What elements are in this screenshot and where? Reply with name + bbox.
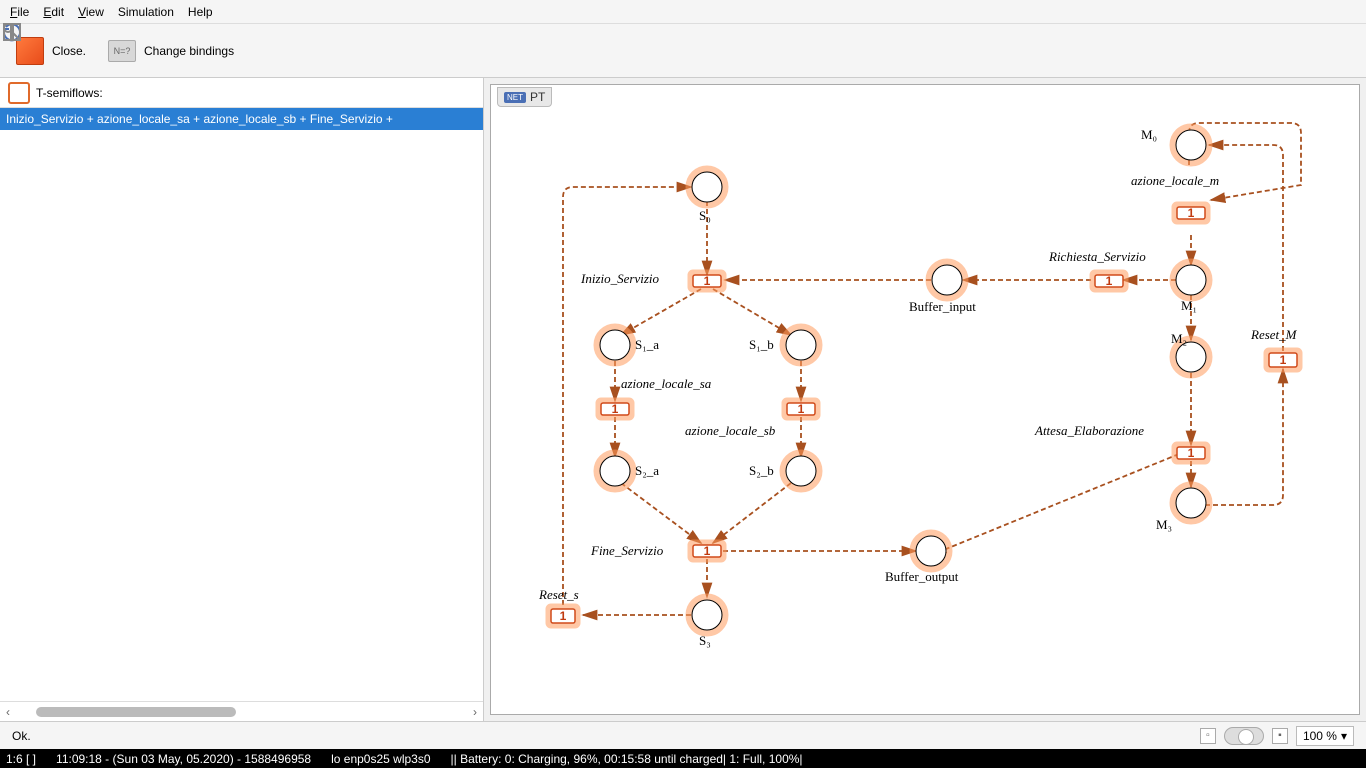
place-buffer-input: Buffer_input bbox=[909, 262, 976, 314]
svg-text:Reset_s: Reset_s bbox=[538, 587, 579, 602]
svg-text:S₁_b: S₁_b bbox=[749, 337, 774, 352]
t-fine: 1 Fine_Servizio bbox=[590, 543, 723, 559]
tool-icon[interactable] bbox=[364, 35, 396, 67]
svg-text:1: 1 bbox=[1106, 274, 1113, 288]
svg-text:M₃: M₃ bbox=[1156, 517, 1172, 532]
svg-text:1: 1 bbox=[1188, 206, 1195, 220]
svg-text:Buffer_output: Buffer_output bbox=[885, 569, 959, 584]
svg-text:M₂: M₂ bbox=[1171, 331, 1187, 346]
zoom-out-icon[interactable]: ▫ bbox=[1200, 728, 1216, 744]
t-asa: 1azione_locale_sa bbox=[599, 376, 712, 417]
menu-file[interactable]: FFileile bbox=[10, 5, 29, 19]
right-panel: NET PT bbox=[484, 78, 1366, 721]
place-buffer-output: Buffer_output bbox=[885, 533, 959, 584]
semiflows-list[interactable]: Inizio_Servizio + azione_locale_sa + azi… bbox=[0, 108, 483, 701]
place-s2a: S₂_a bbox=[597, 453, 659, 489]
svg-text:1: 1 bbox=[1280, 353, 1287, 367]
place-s0: S₀ bbox=[689, 169, 725, 223]
menu-help[interactable]: Help bbox=[188, 5, 213, 19]
zoom-select[interactable]: 100 % ▾ bbox=[1296, 726, 1354, 746]
svg-text:M₁: M₁ bbox=[1181, 298, 1197, 313]
svg-text:Buffer_input: Buffer_input bbox=[909, 299, 976, 314]
t-resetm: 1 Reset_M bbox=[1250, 327, 1299, 369]
menu-view[interactable]: View bbox=[78, 5, 104, 19]
t-alm: 1 azione_locale_m bbox=[1131, 173, 1219, 221]
svg-text:S₂_b: S₂_b bbox=[749, 463, 774, 478]
svg-text:1: 1 bbox=[612, 402, 619, 416]
svg-text:S₃: S₃ bbox=[699, 633, 711, 648]
change-label: Change bindings bbox=[144, 44, 234, 58]
svg-text:S₂_a: S₂_a bbox=[635, 463, 659, 478]
close-button[interactable]: Close. bbox=[16, 37, 86, 65]
menu-edit[interactable]: Edit bbox=[43, 5, 64, 19]
svg-text:Richiesta_Servizio: Richiesta_Servizio bbox=[1048, 249, 1146, 264]
chevron-down-icon: ▾ bbox=[1341, 729, 1347, 743]
place-s1b: S₁_b bbox=[749, 327, 819, 363]
t-inizio: 1 Inizio_Servizio bbox=[580, 271, 723, 289]
zoom-in-icon[interactable]: ▪ bbox=[1272, 728, 1288, 744]
svg-text:S₀: S₀ bbox=[699, 208, 711, 223]
sys-battery: || Battery: 0: Charging, 96%, 00:15:58 u… bbox=[451, 752, 803, 766]
t-richiesta: 1 Richiesta_Servizio bbox=[1048, 249, 1146, 289]
svg-text:azione_locale_m: azione_locale_m bbox=[1131, 173, 1219, 188]
svg-text:azione_locale_sa: azione_locale_sa bbox=[621, 376, 712, 391]
refresh-icon[interactable] bbox=[256, 35, 288, 67]
sys-workspace: 1:6 [ ] bbox=[6, 752, 36, 766]
t-attesa: 1 Attesa_Elaborazione bbox=[1034, 423, 1207, 461]
change-bindings-button[interactable]: N=? Change bindings bbox=[108, 40, 234, 62]
svg-text:1: 1 bbox=[1188, 446, 1195, 460]
book-icon[interactable] bbox=[310, 35, 342, 67]
svg-text:Reset_M: Reset_M bbox=[1250, 327, 1298, 342]
svg-text:1: 1 bbox=[704, 274, 711, 288]
net-badge-icon: NET bbox=[504, 92, 526, 103]
petri-net-svg: S₀ S₁_a S₁_b S₂_a S₂_b S₃ Buffer_input B… bbox=[491, 105, 1360, 715]
svg-text:M₀: M₀ bbox=[1141, 127, 1157, 142]
bindings-icon: N=? bbox=[108, 40, 136, 62]
semiflows-icon bbox=[8, 82, 30, 104]
status-bar: Ok. ▫ ▪ 100 % ▾ bbox=[0, 721, 1366, 749]
main-area: T-semiflows: Inizio_Servizio + azione_lo… bbox=[0, 78, 1366, 721]
svg-text:Inizio_Servizio: Inizio_Servizio bbox=[580, 271, 659, 286]
place-m0: M₀ bbox=[1141, 127, 1209, 163]
toolbar: Close. N=? Change bindings bbox=[0, 24, 1366, 78]
place-s2b: S₂_b bbox=[749, 453, 819, 489]
svg-text:S₁_a: S₁_a bbox=[635, 337, 659, 352]
svg-text:Fine_Servizio: Fine_Servizio bbox=[590, 543, 664, 558]
menu-simulation[interactable]: Simulation bbox=[118, 5, 174, 19]
svg-text:1: 1 bbox=[560, 609, 567, 623]
svg-text:Attesa_Elaborazione: Attesa_Elaborazione bbox=[1034, 423, 1144, 438]
list-item[interactable]: Inizio_Servizio + azione_locale_sa + azi… bbox=[0, 108, 483, 130]
system-bar: 1:6 [ ] 11:09:18 - (Sun 03 May, 05.2020)… bbox=[0, 749, 1366, 768]
sys-time: 11:09:18 - (Sun 03 May, 05.2020) - 15884… bbox=[56, 752, 311, 766]
place-s1a: S₁_a bbox=[597, 327, 659, 363]
status-message: Ok. bbox=[12, 729, 1200, 743]
net-canvas[interactable]: NET PT bbox=[490, 84, 1360, 715]
canvas-title: NET PT bbox=[497, 87, 552, 107]
t-resets: 1 Reset_s bbox=[538, 587, 579, 625]
left-header: T-semiflows: bbox=[0, 78, 483, 108]
t-asb: 1 azione_locale_sb bbox=[685, 401, 817, 438]
place-m1: M₁ bbox=[1173, 262, 1209, 313]
menu-bar: FFileile Edit View Simulation Help bbox=[0, 0, 1366, 24]
place-m3: M₃ bbox=[1156, 485, 1209, 532]
left-header-label: T-semiflows: bbox=[36, 86, 103, 100]
svg-text:1: 1 bbox=[798, 402, 805, 416]
close-label: Close. bbox=[52, 44, 86, 58]
left-panel: T-semiflows: Inizio_Servizio + azione_lo… bbox=[0, 78, 484, 721]
place-m2: M₂ bbox=[1171, 331, 1209, 375]
h-scrollbar[interactable]: ‹› bbox=[0, 701, 483, 721]
toggle-icon[interactable] bbox=[1224, 727, 1264, 745]
svg-text:1: 1 bbox=[704, 544, 711, 558]
sys-net: lo enp0s25 wlp3s0 bbox=[331, 752, 430, 766]
place-s3: S₃ bbox=[689, 597, 725, 648]
svg-text:azione_locale_sb: azione_locale_sb bbox=[685, 423, 776, 438]
